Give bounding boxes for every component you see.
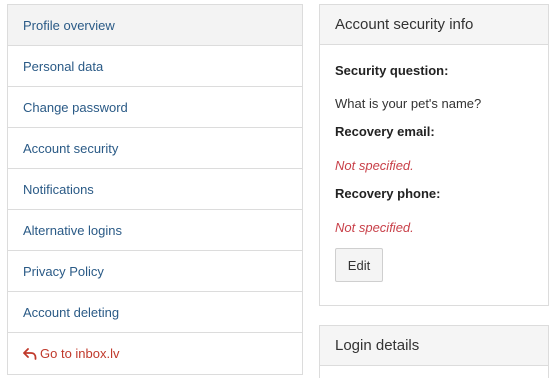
go-to-inbox-link[interactable]: Go to inbox.lv xyxy=(8,333,302,374)
recovery-phone-value: Not specified. xyxy=(335,220,414,235)
login-details-panel: Login details xyxy=(319,325,549,378)
panel-title: Login details xyxy=(320,326,548,366)
sidebar-item-label: Change password xyxy=(23,99,128,115)
sidebar-item-change-password[interactable]: Change password xyxy=(8,87,302,128)
recovery-phone-label: Recovery phone: xyxy=(335,186,441,201)
security-question-label: Security question: xyxy=(335,63,449,78)
sidebar-item-profile-overview[interactable]: Profile overview xyxy=(8,5,302,46)
panel-title: Account security info xyxy=(320,5,548,45)
back-arrow-icon xyxy=(23,347,37,360)
sidebar-item-alternative-logins[interactable]: Alternative logins xyxy=(8,210,302,251)
sidebar-item-account-security[interactable]: Account security xyxy=(8,128,302,169)
sidebar-item-label: Profile overview xyxy=(23,17,115,33)
sidebar-item-privacy-policy[interactable]: Privacy Policy xyxy=(8,251,302,292)
sidebar-item-label: Account deleting xyxy=(23,304,120,320)
sidebar-item-label: Alternative logins xyxy=(23,222,122,238)
sidebar-item-label: Personal data xyxy=(23,58,104,74)
sidebar-item-label: Privacy Policy xyxy=(23,263,104,279)
sidebar-item-account-deleting[interactable]: Account deleting xyxy=(8,292,302,333)
recovery-email-label: Recovery email: xyxy=(335,124,435,139)
go-to-inbox-label: Go to inbox.lv xyxy=(40,346,120,361)
sidebar-item-notifications[interactable]: Notifications xyxy=(8,169,302,210)
account-settings-page: Profile overview Personal data Change pa… xyxy=(0,0,549,378)
sidebar-item-label: Notifications xyxy=(23,181,94,197)
sidebar-item-label: Account security xyxy=(23,140,119,156)
account-security-panel: Account security info Security question:… xyxy=(319,4,549,306)
security-question-value: What is your pet's name? xyxy=(335,96,482,111)
recovery-email-value: Not specified. xyxy=(335,158,414,173)
settings-sidebar: Profile overview Personal data Change pa… xyxy=(7,4,303,375)
edit-button[interactable]: Edit xyxy=(335,248,383,282)
sidebar-item-personal-data[interactable]: Personal data xyxy=(8,46,302,87)
